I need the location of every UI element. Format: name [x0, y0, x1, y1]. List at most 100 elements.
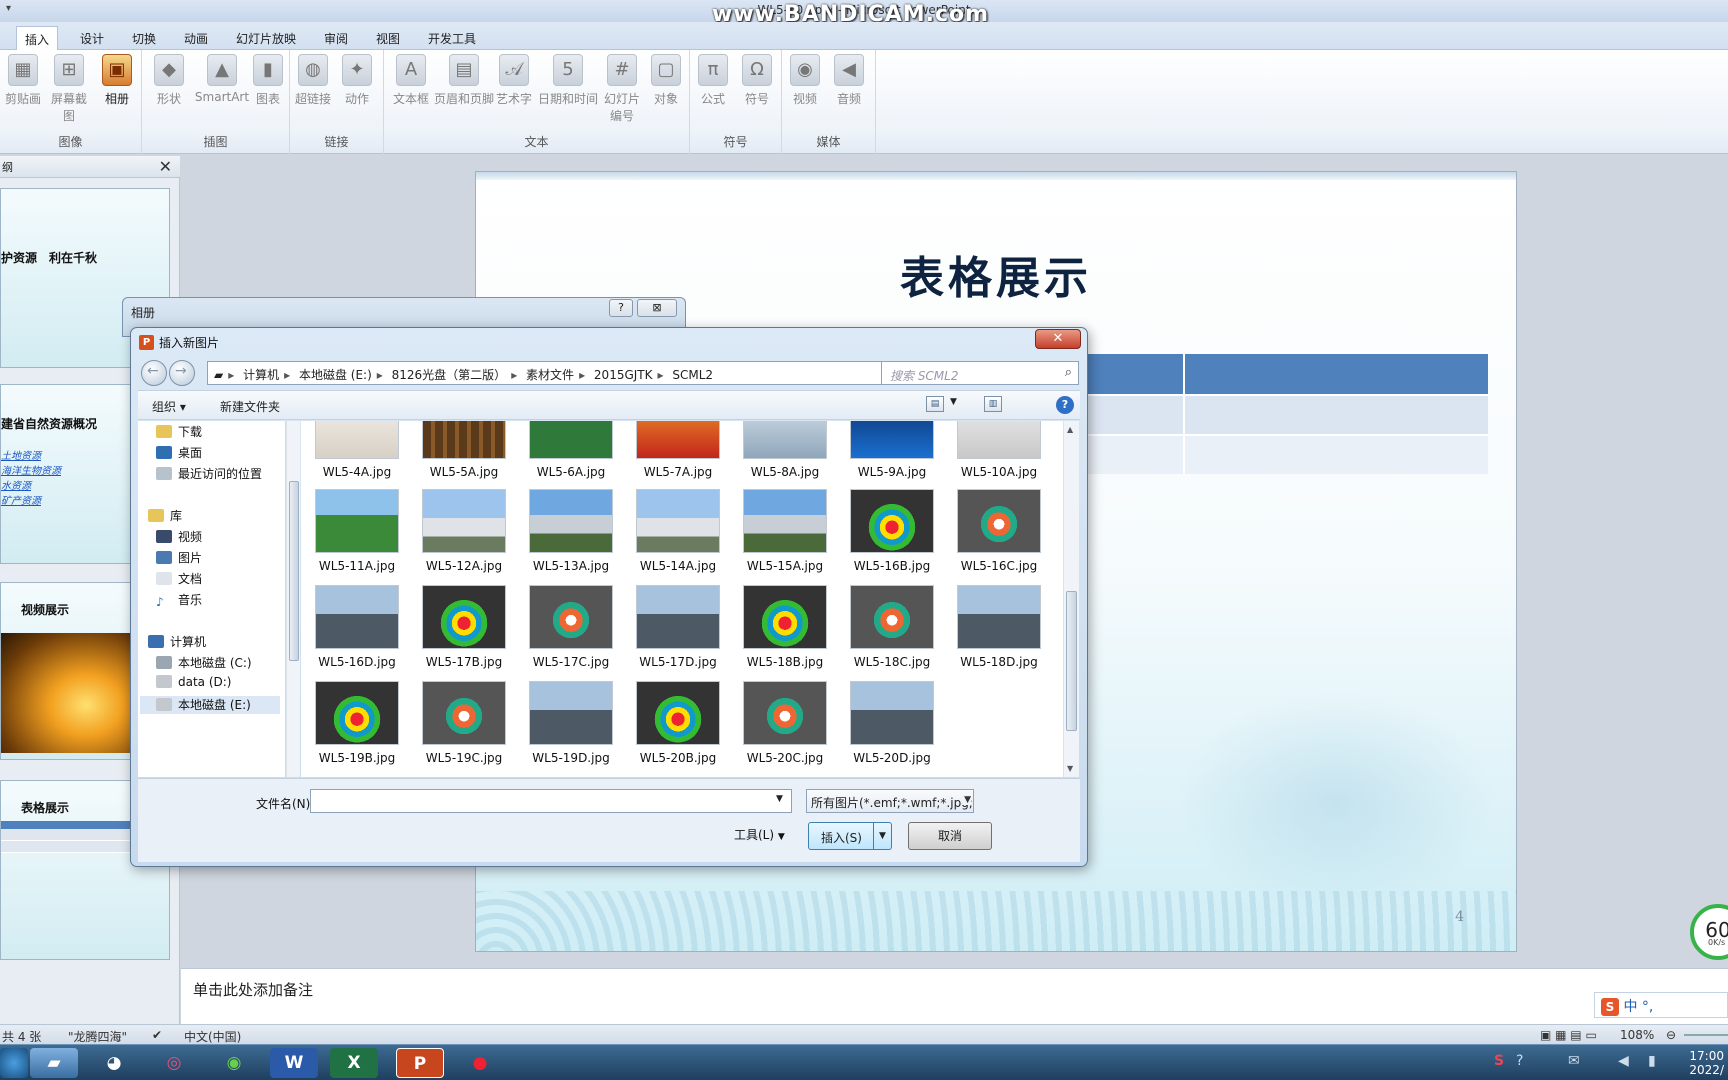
help-icon[interactable]: ?	[1056, 396, 1074, 414]
file-item[interactable]: WL5-13A.jpg	[523, 489, 619, 581]
tab-view[interactable]: 视图	[368, 26, 408, 50]
word-taskbar-icon[interactable]: W	[270, 1048, 318, 1078]
file-item[interactable]: WL5-15A.jpg	[737, 489, 833, 581]
network-icon[interactable]: ▮	[1648, 1053, 1656, 1069]
dialog-close-button[interactable]: ✕	[1035, 329, 1081, 349]
smartart-button[interactable]: ▲ SmartArt	[192, 54, 252, 104]
file-item[interactable]: WL5-18B.jpg	[737, 585, 833, 677]
file-item[interactable]: WL5-18C.jpg	[844, 585, 940, 677]
hyperlink-button[interactable]: ◍ 超链接	[290, 54, 336, 107]
screenshot-button[interactable]: ⊞ 屏幕截图	[46, 54, 92, 124]
audio-button[interactable]: ◀ 音频	[826, 54, 872, 107]
nav-item-recent[interactable]: 最近访问的位置	[156, 465, 262, 483]
nav-item-pictures[interactable]: 图片	[156, 549, 202, 567]
breadcrumb-item[interactable]: SCML2	[672, 368, 713, 382]
nav-item-drive-c[interactable]: 本地磁盘 (C:)	[156, 654, 252, 672]
wordart-button[interactable]: 𝒜 艺术字	[492, 54, 536, 107]
nav-item-documents[interactable]: 文档	[156, 570, 202, 588]
tab-slideshow[interactable]: 幻灯片放映	[228, 26, 304, 50]
start-button[interactable]	[0, 1048, 28, 1078]
clipart-button[interactable]: ▦ 剪贴画	[0, 54, 46, 107]
tab-transitions[interactable]: 切换	[124, 26, 164, 50]
file-item[interactable]: WL5-20D.jpg	[844, 681, 940, 773]
ime-bar[interactable]: S 中 °,	[1594, 992, 1728, 1018]
zoom-out-icon[interactable]: ⊖	[1666, 1028, 1676, 1042]
breadcrumb-item[interactable]: 8126光盘（第二版）	[392, 368, 507, 382]
album-help-button[interactable]: ?	[609, 299, 633, 317]
clock[interactable]: 17:00 2022/	[1689, 1049, 1724, 1077]
slide-number-button[interactable]: # 幻灯片 编号	[598, 54, 646, 124]
date-time-button[interactable]: 5 日期和时间	[536, 54, 600, 107]
forward-button[interactable]	[169, 360, 195, 386]
search-box[interactable]: 搜索 SCML2 ⌕	[881, 361, 1079, 385]
breadcrumb-item[interactable]: 本地磁盘 (E:)	[299, 368, 372, 382]
preview-pane-icon[interactable]: ▥	[984, 396, 1002, 412]
filetype-select[interactable]: 所有图片(*.emf;*.wmf;*.jpg;*.j ▼	[806, 789, 974, 813]
tab-animations[interactable]: 动画	[176, 26, 216, 50]
file-item[interactable]: WL5-7A.jpg	[630, 421, 726, 487]
zoom-slider[interactable]	[1684, 1034, 1728, 1036]
file-item[interactable]: WL5-20B.jpg	[630, 681, 726, 773]
file-item[interactable]: WL5-9A.jpg	[844, 421, 940, 487]
volume-icon[interactable]: ◀	[1618, 1053, 1629, 1069]
file-item[interactable]: WL5-19C.jpg	[416, 681, 512, 773]
back-button[interactable]	[141, 360, 167, 386]
view-buttons[interactable]: ▣ ▦ ▤ ▭	[1540, 1028, 1597, 1042]
browser-taskbar-icon[interactable]: ◉	[210, 1048, 258, 1078]
breadcrumb-item[interactable]: 素材文件	[526, 368, 574, 382]
chevron-down-icon[interactable]: ▼	[950, 397, 957, 407]
scroll-thumb[interactable]	[1066, 591, 1077, 731]
equation-button[interactable]: π 公式	[690, 54, 736, 107]
video-button[interactable]: ◉ 视频	[782, 54, 828, 107]
tab-insert[interactable]: 插入	[16, 26, 59, 50]
file-item[interactable]: WL5-12A.jpg	[416, 489, 512, 581]
insert-button[interactable]: 插入(S) ▼	[808, 822, 892, 850]
bandicam-taskbar-icon[interactable]: ●	[456, 1048, 504, 1078]
breadcrumb-item[interactable]: 计算机	[243, 368, 279, 382]
nav-scrollbar[interactable]	[286, 421, 300, 777]
file-item[interactable]: WL5-19B.jpg	[309, 681, 405, 773]
view-options-icon[interactable]: ▤	[926, 396, 944, 412]
language[interactable]: 中文(中国)	[184, 1028, 241, 1045]
spellcheck-icon[interactable]: ✔	[152, 1028, 162, 1042]
file-item[interactable]: WL5-14A.jpg	[630, 489, 726, 581]
nav-item-videos[interactable]: 视频	[156, 528, 202, 546]
nav-item-computer[interactable]: 计算机	[148, 633, 206, 651]
nav-item-downloads[interactable]: 下载	[156, 423, 202, 441]
scroll-up-icon[interactable]: ▲	[1067, 425, 1073, 434]
file-item[interactable]: WL5-20C.jpg	[737, 681, 833, 773]
file-item[interactable]: WL5-16C.jpg	[951, 489, 1047, 581]
file-item[interactable]: WL5-17C.jpg	[523, 585, 619, 677]
action-button[interactable]: ✦ 动作	[334, 54, 380, 107]
file-item[interactable]: WL5-6A.jpg	[523, 421, 619, 487]
wechat-tray-icon[interactable]: ✉	[1568, 1053, 1580, 1069]
nav-item-drive-e[interactable]: 本地磁盘 (E:)	[140, 696, 280, 714]
scroll-thumb[interactable]	[289, 481, 299, 661]
album-close-button[interactable]: ⊠	[637, 299, 677, 317]
address-bar[interactable]: ▰ ▸ 计算机 ▸ 本地磁盘 (E:) ▸ 8126光盘（第二版） ▸ 素材文件 ▸ 20…	[207, 361, 949, 385]
excel-taskbar-icon[interactable]: X	[330, 1048, 378, 1078]
outline-tab[interactable]: 纲	[2, 159, 13, 175]
file-scrollbar[interactable]: ▲ ▼	[1063, 421, 1079, 777]
header-footer-button[interactable]: ▤ 页眉和页脚	[432, 54, 496, 107]
sogou-tray-icon[interactable]: S	[1494, 1053, 1504, 1069]
nav-item-drive-d[interactable]: data (D:)	[156, 675, 232, 693]
textbox-button[interactable]: A 文本框	[388, 54, 434, 107]
tools-button[interactable]: 工具(L) ▼	[734, 826, 785, 843]
chart-button[interactable]: ▮ 图表	[248, 54, 288, 107]
file-item[interactable]: WL5-19D.jpg	[523, 681, 619, 773]
cancel-button[interactable]: 取消	[908, 822, 992, 850]
qq-taskbar-icon[interactable]: ◕	[90, 1048, 138, 1078]
notes-pane[interactable]: 单击此处添加备注	[181, 968, 1728, 1024]
nav-item-music[interactable]: ♪ 音乐	[156, 591, 202, 609]
help-tray-icon[interactable]: ?	[1516, 1053, 1523, 1069]
search-icon[interactable]: ⌕	[1065, 365, 1072, 380]
breadcrumb-item[interactable]: 2015GJTK	[594, 368, 653, 382]
file-item[interactable]: WL5-17D.jpg	[630, 585, 726, 677]
file-item[interactable]: WL5-18D.jpg	[951, 585, 1047, 677]
shapes-button[interactable]: ◆ 形状	[146, 54, 192, 107]
nav-item-libraries[interactable]: 库	[148, 507, 182, 525]
file-item[interactable]: WL5-16B.jpg	[844, 489, 940, 581]
organize-button[interactable]: 组织 ▾	[152, 398, 186, 415]
tab-review[interactable]: 审阅	[316, 26, 356, 50]
